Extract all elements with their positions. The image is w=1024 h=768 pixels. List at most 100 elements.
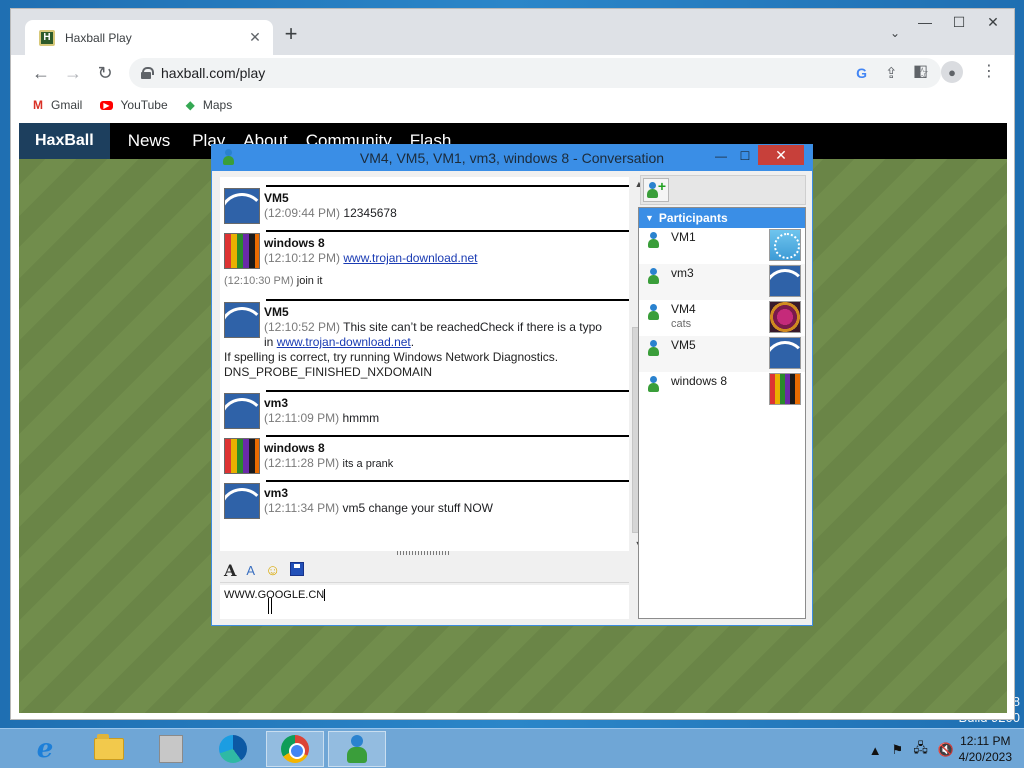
back-icon[interactable]: ← <box>27 59 55 87</box>
bookmark-youtube[interactable]: ▶ YouTube <box>100 98 168 112</box>
participants-title: Participants <box>658 211 728 225</box>
volume-muted-icon[interactable]: 🔇 <box>938 742 954 758</box>
message: VM5 (12:09:44 PM) 12345678 <box>220 177 629 230</box>
share-icon[interactable]: ⇪ <box>885 64 898 82</box>
message: windows 8 (12:10:12 PM) www.trojan-downl… <box>220 230 629 295</box>
taskbar-edge[interactable] <box>204 731 262 767</box>
participant-name: VM1 <box>671 230 696 244</box>
participant-name: VM5 <box>671 338 696 352</box>
invite-contact-button[interactable]: + <box>643 178 669 202</box>
taskbar-messenger[interactable] <box>328 731 386 767</box>
nav-news[interactable]: News <box>128 131 171 151</box>
tab-search-icon[interactable]: ⌄ <box>890 26 900 40</box>
formatting-toolbar: A A ☺ <box>220 559 629 583</box>
participant-item[interactable]: VM5 <box>639 336 805 372</box>
avatar <box>224 302 260 338</box>
tab-haxball[interactable]: H Haxball Play ✕ <box>25 20 273 55</box>
avatar <box>224 188 260 224</box>
save-icon[interactable] <box>290 561 305 580</box>
gmail-icon: M <box>33 98 43 112</box>
message-link[interactable]: www.trojan-download.net <box>343 251 477 265</box>
show-hidden-icons-icon[interactable]: ▲ <box>869 743 882 758</box>
message-sender: windows 8 <box>264 441 325 455</box>
taskbar-installer[interactable] <box>142 731 200 767</box>
forward-icon[interactable]: → <box>59 59 87 87</box>
online-status-icon <box>647 268 661 284</box>
youtube-icon: ▶ <box>100 100 113 110</box>
haxball-favicon-icon: H <box>39 29 55 46</box>
message-text: join it <box>296 275 323 287</box>
participant-item[interactable]: windows 8 <box>639 372 805 408</box>
message-sender: vm3 <box>264 396 289 410</box>
clock[interactable]: 12:11 PM 4/20/2023 <box>959 733 1012 765</box>
close-button[interactable]: ✕ <box>976 11 1010 33</box>
conversation-close-button[interactable]: ✕ <box>758 145 804 165</box>
address-bar[interactable]: haxball.com/play G ⇪ ☆ <box>129 58 941 88</box>
ibeam-cursor-icon <box>268 598 272 614</box>
bookmark-maps[interactable]: ◆ Maps <box>186 98 233 112</box>
google-lens-icon[interactable]: G <box>856 65 867 81</box>
participant-name: vm3 <box>671 266 694 280</box>
maximize-button[interactable]: ☐ <box>942 11 976 33</box>
new-tab-button[interactable]: + <box>279 23 303 45</box>
avatar <box>224 233 260 269</box>
message-text: its a prank <box>342 458 394 470</box>
tab-title: Haxball Play <box>65 30 132 45</box>
buddy-icon <box>646 182 660 198</box>
lock-icon[interactable] <box>141 67 154 79</box>
conversation-minimize-button[interactable]: — <box>712 147 730 165</box>
folder-icon <box>94 734 124 760</box>
haxball-logo[interactable]: HaxBall <box>19 123 110 159</box>
text-color-icon[interactable]: A <box>246 563 255 578</box>
participant-avatar <box>769 373 801 405</box>
taskbar-file-explorer[interactable] <box>80 731 138 767</box>
bookmark-label: Maps <box>202 98 233 112</box>
profile-avatar-icon[interactable]: ● <box>941 61 963 83</box>
reload-icon[interactable]: ↻ <box>91 59 119 87</box>
tab-close-icon[interactable]: ✕ <box>247 29 263 46</box>
url-text[interactable]: haxball.com/play <box>161 65 838 81</box>
message-separator <box>266 435 629 437</box>
emoticon-icon[interactable]: ☺ <box>265 562 280 579</box>
online-status-icon <box>647 232 661 248</box>
participant-avatar <box>769 301 801 333</box>
participant-item[interactable]: VM4 cats <box>639 300 805 336</box>
message-link[interactable]: www.trojan-download.net <box>277 335 411 349</box>
clock-time: 12:11 PM <box>960 734 1011 748</box>
internet-explorer-icon: e <box>36 734 54 764</box>
message-time: (12:11:09 PM) <box>264 411 340 425</box>
message: vm3 (12:11:09 PM) hmmm <box>220 386 629 435</box>
collapse-icon: ▼ <box>645 213 654 223</box>
messenger-icon <box>344 735 370 763</box>
message-time: (12:10:52 PM) <box>264 320 341 334</box>
participant-name: VM4 <box>671 302 696 316</box>
message-text: If spelling is correct, try running Wind… <box>224 350 559 364</box>
conversation-maximize-button[interactable]: ☐ <box>736 147 754 165</box>
tab-strip: H Haxball Play ✕ + ⌄ — ☐ ✕ <box>11 9 1014 55</box>
font-icon[interactable]: A <box>224 561 236 580</box>
side-panel-icon[interactable]: ◧ <box>913 61 928 81</box>
conversation-titlebar[interactable]: VM4, VM5, VM1, vm3, windows 8 - Conversa… <box>212 145 812 171</box>
participant-item[interactable]: vm3 <box>639 264 805 300</box>
bookmark-gmail[interactable]: M Gmail <box>33 98 82 112</box>
resize-splitter[interactable] <box>397 551 451 555</box>
message-time: (12:10:12 PM) <box>264 251 341 265</box>
message-time: (12:11:28 PM) <box>264 456 340 470</box>
taskbar-internet-explorer[interactable]: e <box>16 731 74 767</box>
message-text: This site can’t be reachedCheck if there… <box>343 320 602 334</box>
taskbar-chrome[interactable] <box>266 731 324 767</box>
minimize-button[interactable]: — <box>908 11 942 33</box>
message-history[interactable]: VM5 (12:09:44 PM) 12345678 windows 8 (12… <box>220 177 629 551</box>
installer-icon <box>159 735 183 763</box>
message-input[interactable]: WWW.GOOGLE.CN <box>220 585 629 619</box>
participant-item[interactable]: VM1 <box>639 228 805 264</box>
action-center-flag-icon[interactable]: ⚑ <box>892 742 904 758</box>
system-tray: ▲ ⚑ 🖧 🔇 <box>869 739 954 761</box>
message-separator <box>266 480 629 482</box>
participants-header[interactable]: ▼ Participants <box>639 208 805 228</box>
bookmark-label: YouTube <box>120 98 168 112</box>
text-caret <box>324 589 326 602</box>
menu-dots-icon[interactable]: ⋮ <box>981 61 997 81</box>
participant-avatar <box>769 337 801 369</box>
network-icon[interactable]: 🖧 <box>913 739 928 761</box>
